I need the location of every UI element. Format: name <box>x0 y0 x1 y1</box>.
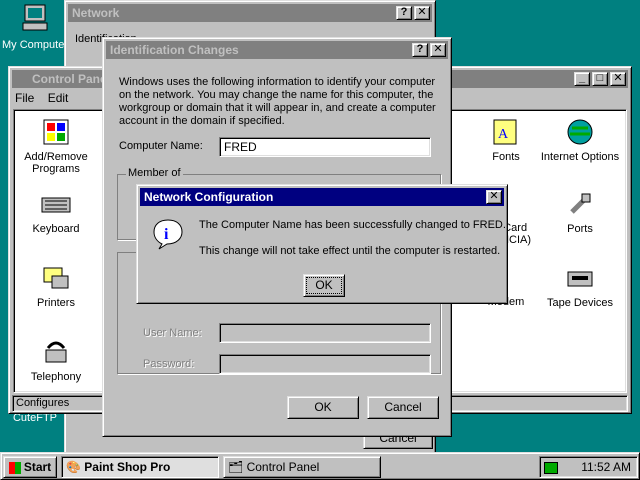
tape-devices-icon <box>567 271 593 287</box>
cp-item-tape-devices[interactable]: Tape Devices <box>540 262 620 309</box>
minimize-button[interactable]: _ <box>574 72 590 86</box>
cp-item-telephony[interactable]: Telephony <box>16 336 96 383</box>
svg-text:i: i <box>164 226 169 243</box>
desktop-icon-my-computer[interactable]: My Computer <box>0 2 70 51</box>
close-button[interactable]: ✕ <box>486 190 502 204</box>
menu-bar: File Edit <box>15 91 68 107</box>
telephony-icon <box>45 341 67 363</box>
svg-text:A: A <box>498 127 509 142</box>
add-remove-programs-icon <box>43 119 69 145</box>
password-label: Password: <box>143 358 195 370</box>
menu-edit[interactable]: Edit <box>48 91 69 105</box>
user-name-label: User Name: <box>143 327 202 339</box>
task-paint-shop-pro[interactable]: 🎨 Paint Shop Pro <box>61 456 219 478</box>
start-label: Start <box>23 460 52 474</box>
member-of-label: Member of <box>126 167 183 179</box>
cp-item-internet-options[interactable]: Internet Options <box>540 116 620 163</box>
cp-item-label: Keyboard <box>32 223 80 235</box>
network-tray-icon[interactable] <box>544 461 558 474</box>
network-titlebar: Network ? ✕ <box>68 4 432 22</box>
task-label: Paint Shop Pro <box>84 460 171 474</box>
internet-options-icon <box>567 119 593 145</box>
ok-button[interactable]: OK <box>303 274 345 297</box>
cp-item-ports[interactable]: Ports <box>540 188 620 235</box>
cp-item-label: Tape Devices <box>546 297 614 309</box>
status-text: Configures <box>16 397 70 409</box>
info-icon: i <box>153 219 183 250</box>
computer-name-input[interactable]: FRED <box>219 137 431 157</box>
paint-shop-pro-icon: 🎨 <box>66 460 81 474</box>
cp-item-label: Internet Options <box>540 151 620 163</box>
cancel-button[interactable]: Cancel <box>367 396 439 419</box>
close-button[interactable]: ✕ <box>430 43 446 57</box>
cp-item-printers[interactable]: Printers <box>16 262 96 309</box>
ports-icon <box>570 193 591 214</box>
cp-item-add-remove[interactable]: Add/Remove Programs <box>16 116 96 175</box>
help-button[interactable]: ? <box>412 43 428 57</box>
cp-item-fonts[interactable]: A Fonts <box>466 116 546 163</box>
my-computer-icon <box>22 4 48 31</box>
keyboard-icon <box>41 197 71 213</box>
maximize-button[interactable]: □ <box>592 72 608 86</box>
close-button[interactable]: ✕ <box>414 6 430 20</box>
control-panel-icon: 🗂 <box>228 460 244 474</box>
cp-item-label: Printers <box>37 297 75 309</box>
ok-button[interactable]: OK <box>287 396 359 419</box>
fonts-icon: A <box>493 119 517 145</box>
window-title: Control Panel <box>32 72 111 86</box>
task-label: Control Panel <box>246 460 320 474</box>
printers-icon <box>43 267 69 289</box>
id-description: Windows uses the following information t… <box>119 76 436 127</box>
network-configuration-dialog: Network Configuration ✕ i The Computer N… <box>136 184 508 304</box>
window-title: Network <box>72 6 120 20</box>
password-input[interactable] <box>219 354 431 374</box>
user-name-input[interactable] <box>219 323 431 343</box>
help-button[interactable]: ? <box>396 6 412 20</box>
start-button[interactable]: Start <box>3 456 57 478</box>
cp-item-label: Fonts <box>492 151 520 163</box>
menu-file[interactable]: File <box>15 91 34 105</box>
message-line-2: This change will not take effect until t… <box>199 245 501 257</box>
task-control-panel[interactable]: 🗂 Control Panel <box>223 456 381 478</box>
system-tray: 11:52 AM <box>539 456 638 478</box>
close-button[interactable]: ✕ <box>610 72 626 86</box>
dialog-title: Network Configuration <box>144 190 274 204</box>
computer-name-label: Computer Name: <box>119 140 203 152</box>
cp-item-label: Add/Remove Programs <box>24 151 88 175</box>
message-line-1: The Computer Name has been successfully … <box>199 219 506 231</box>
net-config-titlebar: Network Configuration ✕ <box>140 188 504 206</box>
cp-item-label: Ports <box>567 223 593 235</box>
windows-logo-icon <box>8 461 21 474</box>
taskbar: Start 🎨 Paint Shop Pro 🗂 Control Panel 1… <box>0 452 640 480</box>
clock[interactable]: 11:52 AM <box>581 460 631 474</box>
cp-item-keyboard[interactable]: Keyboard <box>16 188 96 235</box>
id-changes-titlebar: Identification Changes ? ✕ <box>106 41 448 59</box>
cp-item-label: Telephony <box>30 371 82 383</box>
desktop-icon-label: My Computer <box>1 39 69 51</box>
dialog-title: Identification Changes <box>110 43 239 57</box>
